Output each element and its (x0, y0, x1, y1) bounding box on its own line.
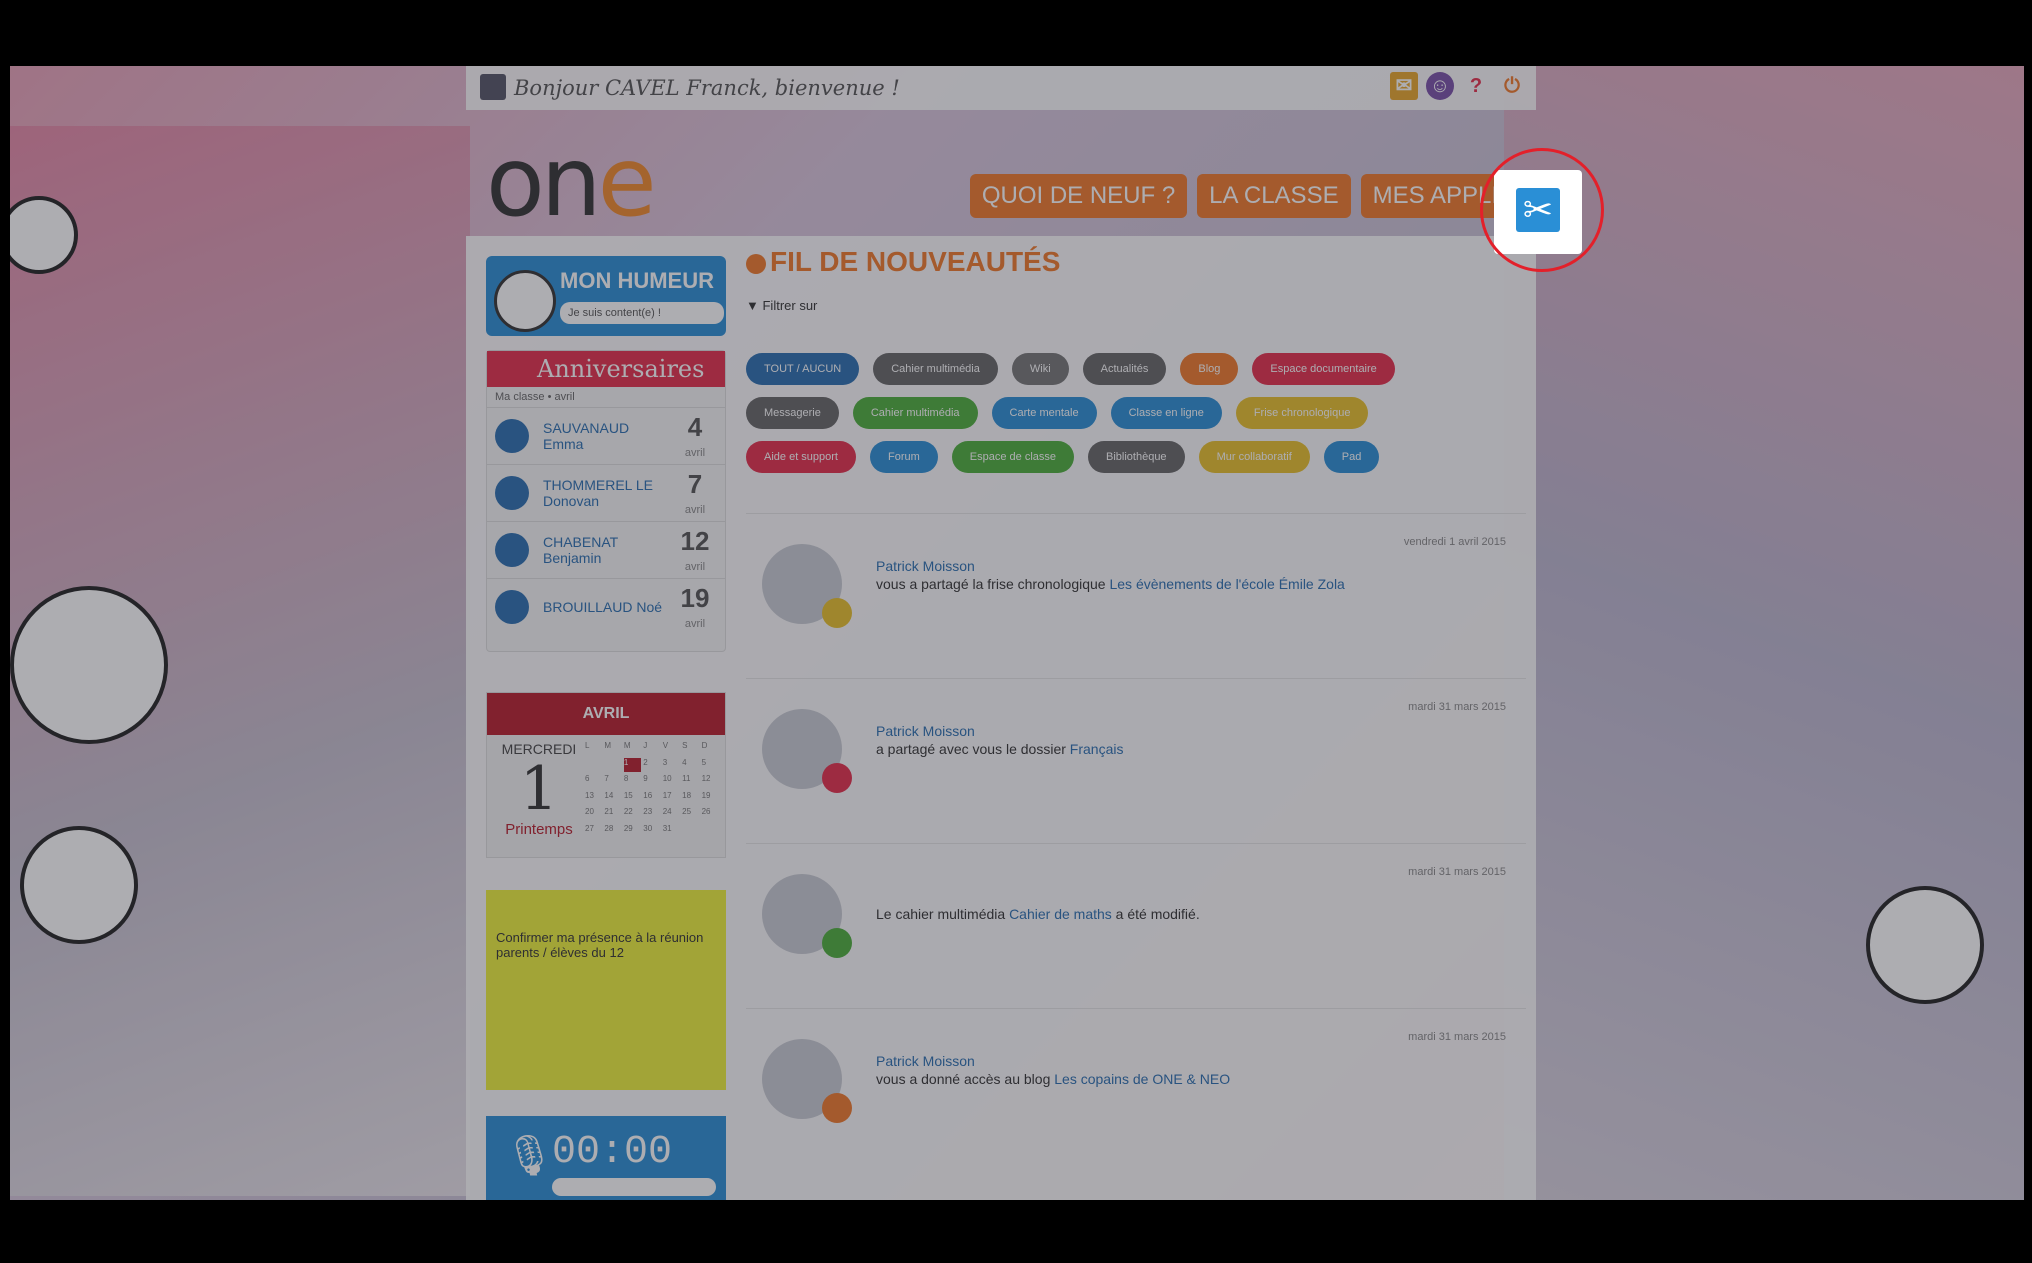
highlight-ring (1480, 148, 1604, 272)
dim-overlay (10, 66, 2024, 1200)
screen-frame: Bonjour CAVEL Franck, bienvenue ! ✉ ☺ ? … (10, 66, 2024, 1200)
